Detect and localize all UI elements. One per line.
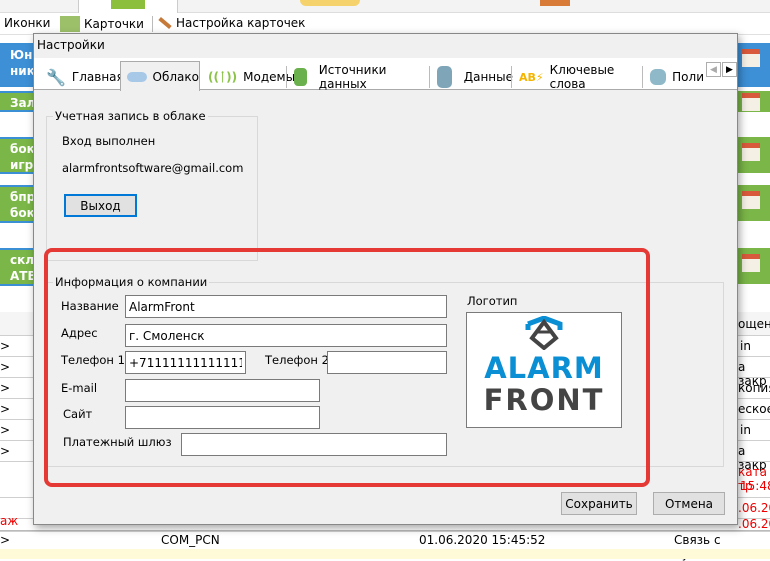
keywords-icon: AB⚡ bbox=[519, 70, 544, 84]
cancel-button[interactable]: Отмена bbox=[653, 492, 725, 515]
screwdriver-icon bbox=[158, 16, 172, 30]
cloud-account-group: Учетная запись в облаке Вход выполнен al… bbox=[46, 109, 258, 261]
tab-cloud[interactable]: Облако bbox=[120, 61, 200, 91]
tool-icon bbox=[300, 0, 360, 6]
database-plug-icon bbox=[294, 68, 307, 86]
tab-scroll-left[interactable]: ◀ bbox=[706, 62, 721, 77]
box-icon bbox=[540, 0, 570, 6]
house-icon bbox=[742, 191, 760, 209]
chevron-right-icon: ▶ bbox=[726, 64, 733, 75]
users-icon bbox=[650, 69, 667, 85]
tab-main[interactable]: 🔧 Главная bbox=[40, 64, 124, 90]
card-settings-button[interactable]: Настройка карточек bbox=[158, 16, 305, 30]
wrench-icon: 🔧 bbox=[46, 67, 66, 87]
cards-icon bbox=[60, 16, 80, 32]
tab-users[interactable]: Поли bbox=[644, 64, 704, 90]
account-email: alarmfrontsoftware@gmail.com bbox=[62, 161, 244, 175]
object-tile-right[interactable] bbox=[738, 185, 770, 221]
object-tile-right[interactable] bbox=[738, 137, 770, 173]
ribbon-tab-active[interactable] bbox=[78, 0, 178, 13]
tab-scroll-right[interactable]: ▶ bbox=[722, 62, 737, 77]
toolbar: Иконки Карточки Настройка карточек bbox=[0, 13, 770, 35]
tab-strip: 🔧 Главная Облако ((ᛙ)) Модемы Источники да… bbox=[34, 58, 737, 91]
tab-keywords[interactable]: AB⚡ Ключевые слова bbox=[513, 63, 639, 91]
logout-button[interactable]: Выход bbox=[64, 194, 137, 217]
highlight-box bbox=[44, 248, 650, 487]
login-status: Вход выполнен bbox=[62, 134, 156, 148]
house-icon bbox=[742, 143, 760, 161]
toolbar-divider bbox=[152, 16, 153, 32]
cube-icon bbox=[111, 0, 145, 9]
cards-button[interactable]: Карточки bbox=[60, 16, 144, 32]
tab-separator bbox=[642, 66, 643, 88]
house-icon bbox=[742, 254, 760, 272]
database-icon bbox=[437, 66, 452, 88]
save-button[interactable]: Сохранить bbox=[561, 492, 637, 515]
object-tile-right[interactable] bbox=[738, 248, 770, 284]
tab-data[interactable]: Данные bbox=[431, 64, 513, 90]
table-row[interactable]: >COM_PCN01.06.2020 15:45:52Связь с пульт… bbox=[0, 530, 770, 561]
house-icon bbox=[742, 93, 760, 111]
chevron-left-icon: ◀ bbox=[710, 64, 717, 75]
object-tile-right[interactable] bbox=[738, 43, 770, 87]
dialog-title: Настройки bbox=[37, 38, 105, 52]
tab-separator bbox=[429, 66, 430, 88]
tab-modems[interactable]: ((ᛙ)) Модемы bbox=[202, 64, 295, 90]
house-icon bbox=[742, 49, 760, 67]
ribbon-tabs bbox=[0, 0, 770, 13]
object-tile-right[interactable] bbox=[738, 91, 770, 112]
tab-separator bbox=[511, 66, 512, 88]
antenna-icon: ((ᛙ)) bbox=[208, 70, 238, 84]
cloud-icon bbox=[127, 71, 147, 82]
status-strip bbox=[0, 549, 770, 559]
icons-button[interactable]: Иконки bbox=[4, 16, 50, 30]
tab-separator bbox=[286, 66, 287, 88]
tab-data-sources[interactable]: Источники данных bbox=[288, 63, 428, 91]
